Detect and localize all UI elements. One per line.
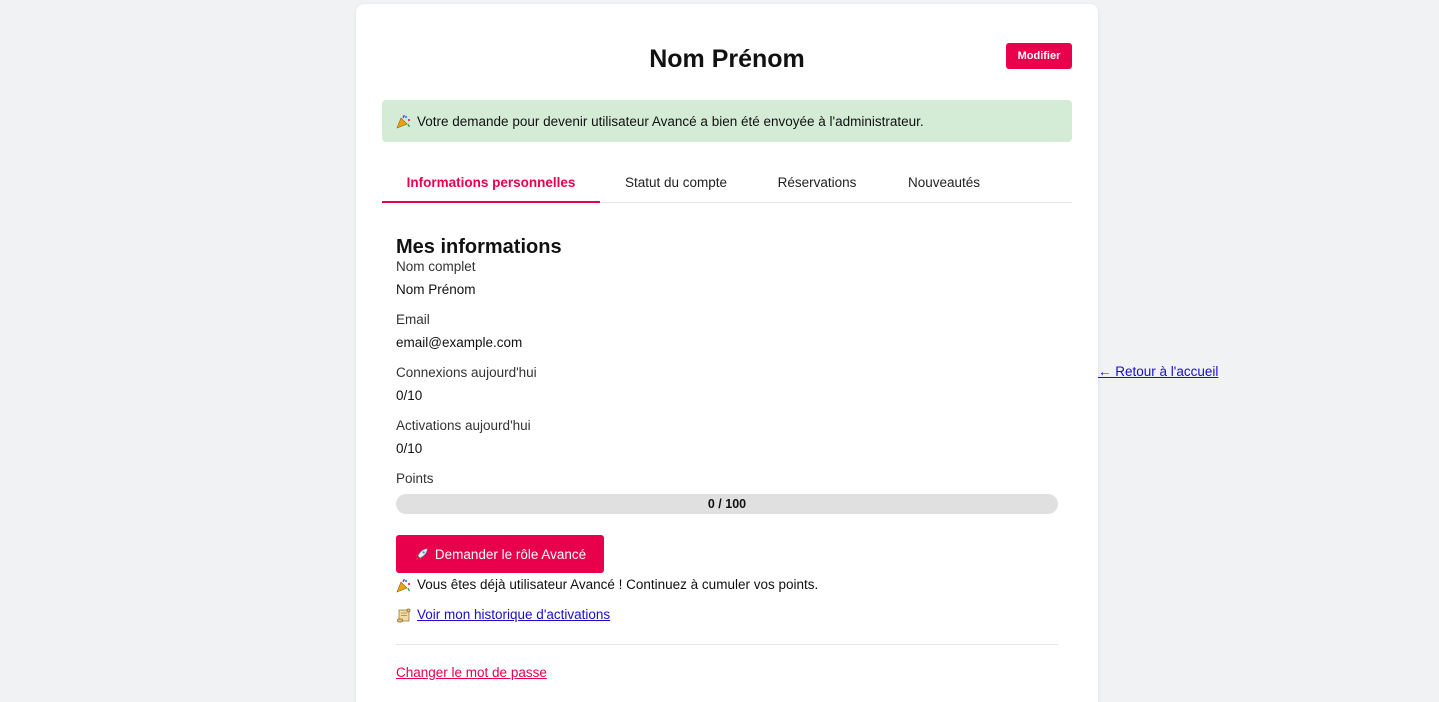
activation-history: Voir mon historique d'activations <box>396 606 1058 624</box>
field-label: Email <box>396 312 430 327</box>
advanced-user-note: Vous êtes déjà utilisateur Avancé ! Cont… <box>396 576 1058 594</box>
profile-header: Nom Prénom Modifier <box>356 4 1098 100</box>
tab-nouveautes[interactable]: Nouveautés <box>882 162 1006 202</box>
advanced-user-note-text: Vous êtes déjà utilisateur Avancé ! Cont… <box>417 577 819 592</box>
field-value: email@example.com <box>396 335 523 350</box>
field-activations-today: Activations aujourd'hui 0/10 <box>396 417 1058 458</box>
field-label: Connexions aujourd'hui <box>396 365 537 380</box>
field-connections-today: Connexions aujourd'hui 0/10 <box>396 364 1058 405</box>
success-alert: Votre demande pour devenir utilisateur A… <box>382 100 1072 142</box>
profile-card: Nom Prénom Modifier Votre demande pour d… <box>356 4 1098 702</box>
request-advanced-role-label: Demander le rôle Avancé <box>434 546 587 562</box>
tab-reservations[interactable]: Réservations <box>752 162 882 202</box>
points-progress-bar: 0 / 100 <box>396 494 1058 514</box>
party-popper-icon <box>396 114 411 129</box>
back-to-home-link[interactable]: ← Retour à l'accueil <box>1098 363 1218 381</box>
field-value: Nom Prénom <box>396 282 476 297</box>
edit-profile-button[interactable]: Modifier <box>1006 43 1072 69</box>
section-title: Mes informations <box>396 236 562 258</box>
field-value: 0/10 <box>396 388 423 403</box>
divider <box>396 644 1058 645</box>
field-label: Activations aujourd'hui <box>396 418 531 433</box>
change-password: Changer le mot de passe <box>396 664 1058 682</box>
points-progress-text: 0 / 100 <box>707 497 747 511</box>
page: Nom Prénom Modifier Votre demande pour d… <box>0 0 1439 702</box>
page-title: Nom Prénom <box>649 45 805 73</box>
tab-statut-du-compte[interactable]: Statut du compte <box>600 162 752 202</box>
request-advanced-role-button[interactable]: Demander le rôle Avancé <box>396 535 604 573</box>
points-label: Points <box>396 471 434 486</box>
change-password-link[interactable]: Changer le mot de passe <box>396 665 547 680</box>
alert-message: Votre demande pour devenir utilisateur A… <box>417 113 924 129</box>
field-email: Email email@example.com <box>396 311 1058 352</box>
field-label: Nom complet <box>396 259 476 274</box>
party-popper-icon <box>396 578 411 593</box>
profile-tabs: Informations personnelles Statut du comp… <box>382 162 1072 203</box>
tab-informations-personnelles[interactable]: Informations personnelles <box>382 162 600 203</box>
rocket-icon <box>414 547 429 562</box>
field-value: 0/10 <box>396 441 423 456</box>
field-full-name: Nom complet Nom Prénom <box>396 258 1058 299</box>
personal-info-panel: Mes informations Nom complet Nom Prénom … <box>396 236 1058 682</box>
activation-history-link[interactable]: Voir mon historique d'activations <box>417 606 610 624</box>
scroll-icon <box>396 608 411 623</box>
